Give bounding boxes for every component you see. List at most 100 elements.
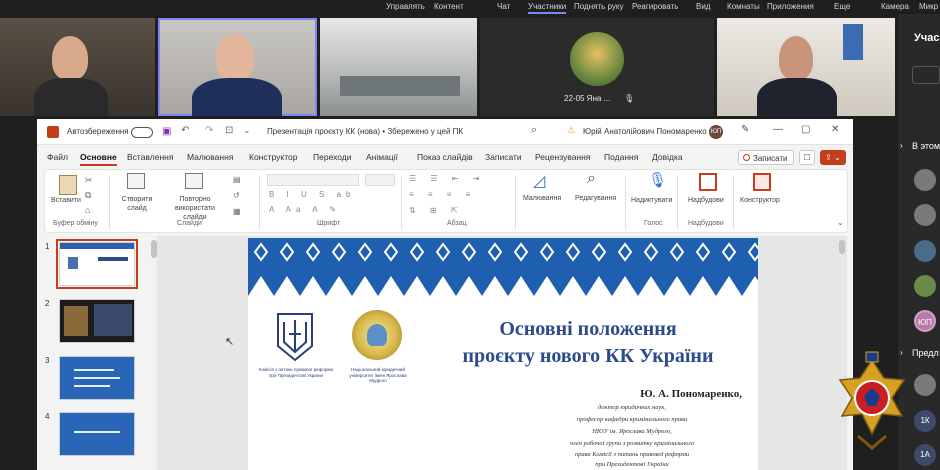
user-name[interactable]: Юрій Анатолійович Пономаренко [583, 127, 707, 136]
raise-hand-button[interactable]: Поднять руку [574, 0, 623, 14]
find-icon[interactable]: ⌕ [587, 170, 596, 188]
separator [109, 175, 110, 229]
maximize-icon[interactable]: ▢ [801, 124, 810, 135]
user-avatar[interactable]: ЮП [709, 125, 723, 139]
manage-button[interactable]: Управлять [386, 0, 425, 14]
list-icons[interactable]: ☰ ☰ ⇤ ⇥ [409, 174, 485, 183]
tab-help[interactable]: Довідка [652, 152, 683, 162]
align-icons[interactable]: ≡ ≡ ≡ ≡ [409, 190, 476, 199]
dictate-button[interactable]: Надиктувати [631, 197, 672, 204]
tab-insert[interactable]: Вставлення [127, 152, 173, 162]
undo-icon[interactable]: ↶ [181, 125, 189, 136]
direction-icons[interactable]: ⇅ ⊞ ⇱ [409, 206, 464, 215]
tab-view[interactable]: Подання [604, 152, 638, 162]
copy-icon[interactable]: ⧉ [85, 190, 91, 201]
tab-design[interactable]: Конструктор [249, 152, 297, 162]
chevron-down-icon[interactable]: › [900, 141, 903, 150]
minimize-icon[interactable]: — [773, 124, 783, 135]
font-color-icons[interactable]: A Aa A ✎ [269, 205, 341, 214]
drawing-button[interactable]: Малювання [523, 195, 561, 202]
avatar[interactable]: 1К [914, 410, 936, 432]
editing-button[interactable]: Редагування [575, 195, 616, 202]
font-family-select[interactable] [267, 174, 359, 186]
mic-button[interactable]: Микр [919, 0, 938, 14]
content-button[interactable]: Контент [434, 0, 464, 14]
slide-thumbnail-2[interactable] [59, 299, 135, 343]
current-slide[interactable]: Комісія з питань правової реформи при Пр… [248, 238, 758, 470]
invited-section[interactable]: Предл [912, 348, 939, 358]
redo-icon[interactable]: ↷ [205, 125, 213, 136]
video-tile-classroom[interactable] [320, 18, 477, 116]
camera-button[interactable]: Камера [881, 0, 909, 14]
avatar[interactable] [914, 204, 936, 226]
comments-icon[interactable]: ☐ [799, 150, 815, 165]
designer-button[interactable]: Конструктор [740, 197, 780, 204]
affiliation-line: член робочої групи з розвитку кримінальн… [569, 440, 695, 447]
autosave-toggle[interactable] [131, 127, 153, 138]
section-icon[interactable]: ▦ [233, 207, 241, 216]
reuse-slides-icon[interactable] [185, 173, 203, 189]
avatar[interactable]: 1А [914, 444, 936, 466]
slide-thumbnail-1[interactable] [56, 239, 138, 289]
new-slide-button[interactable]: Створити слайд [119, 195, 155, 213]
avatar[interactable]: ЮП [914, 310, 936, 332]
tab-review[interactable]: Рецензування [535, 152, 590, 162]
microphone-icon[interactable]: 🎙 [648, 171, 667, 189]
document-title[interactable]: Презентація проєкту КК (нова) • Збережен… [267, 127, 463, 136]
layout-icon[interactable]: ▤ [233, 175, 241, 184]
video-tile-1[interactable] [0, 18, 155, 116]
video-tile-active-speaker[interactable] [158, 18, 317, 116]
avatar[interactable] [914, 374, 936, 396]
autosave-label: Автозбереження [67, 127, 129, 136]
slide-thumbnail-3[interactable] [59, 356, 135, 400]
font-format-icons[interactable]: B I U S ab [269, 190, 355, 199]
pen-icon[interactable]: ✎ [741, 124, 749, 135]
customize-icon[interactable]: ⌄ [243, 125, 251, 136]
chat-button[interactable]: Чат [497, 0, 510, 14]
tab-animations[interactable]: Анімації [366, 152, 398, 162]
reset-icon[interactable]: ↺ [233, 191, 240, 200]
paste-button[interactable]: Вставити [51, 197, 81, 204]
close-icon[interactable]: ✕ [831, 124, 839, 135]
avatar[interactable] [914, 169, 936, 191]
search-input[interactable] [912, 66, 940, 84]
thumb-logo [68, 257, 78, 269]
teams-meeting-toolbar: Управлять Контент Чат Участники Поднять … [0, 0, 940, 14]
tab-home[interactable]: Основне [80, 152, 117, 166]
new-slide-icon[interactable] [127, 173, 145, 189]
tab-file[interactable]: Файл [47, 152, 68, 162]
present-icon[interactable]: ⊡ [225, 125, 233, 136]
react-button[interactable]: Реагировать [632, 0, 678, 14]
shapes-icon[interactable]: ◿ [533, 171, 545, 191]
view-button[interactable]: Вид [696, 0, 710, 14]
participants-button[interactable]: Участники [528, 0, 567, 14]
paste-icon[interactable] [59, 175, 77, 195]
in-meeting-section[interactable]: В этом [912, 141, 940, 151]
cut-icon[interactable]: ✂ [85, 175, 93, 186]
search-icon[interactable]: ⌕ [531, 124, 537, 137]
record-button[interactable]: Записати [738, 150, 794, 165]
apps-button[interactable]: Приложения [767, 0, 814, 14]
reuse-slides-button[interactable]: Повторно використати слайди [165, 195, 225, 222]
font-size-select[interactable] [365, 174, 395, 186]
rooms-button[interactable]: Комнаты [727, 0, 760, 14]
collapse-ribbon-icon[interactable]: ⌄ [837, 218, 844, 227]
format-painter-icon[interactable]: ⌂ [85, 205, 90, 215]
addins-icon[interactable] [699, 173, 717, 191]
avatar[interactable] [914, 240, 936, 262]
tab-draw[interactable]: Малювання [187, 152, 233, 162]
save-icon[interactable]: ▣ [162, 126, 171, 137]
tab-slideshow[interactable]: Показ слайдів [417, 152, 473, 162]
tab-transitions[interactable]: Переходи [313, 152, 352, 162]
tab-record[interactable]: Записати [485, 152, 522, 162]
designer-icon[interactable] [753, 173, 771, 191]
share-button[interactable]: ⇪ ⌄ [820, 150, 846, 165]
video-tile-4[interactable] [717, 18, 895, 116]
more-button[interactable]: Еще [834, 0, 850, 14]
avatar[interactable] [914, 275, 936, 297]
addins-button[interactable]: Надбудови [688, 197, 724, 204]
video-tile-avatar[interactable]: 22-05 Яна ... 🎙 [480, 18, 714, 116]
slide-thumbnail-4[interactable] [59, 412, 135, 456]
participant-face [779, 36, 813, 80]
canvas-scrollbar[interactable] [839, 240, 845, 254]
